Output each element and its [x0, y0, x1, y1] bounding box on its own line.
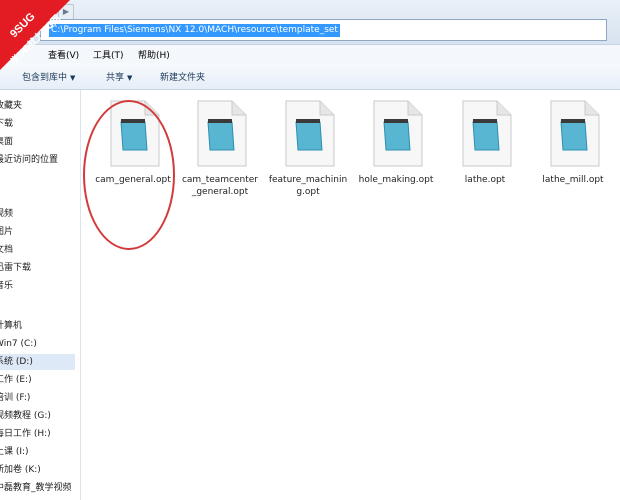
notepad-file-icon [462, 100, 512, 167]
menu-tools[interactable]: 工具(T) [93, 48, 124, 61]
notepad-file-icon [197, 100, 247, 167]
address-field[interactable]: C:\Program Files\Siemens\NX 12.0\MACH\re… [40, 19, 607, 41]
share-button[interactable]: 共享 ▼ [106, 70, 132, 83]
nav-item-recent[interactable]: 最近访问的位置 [0, 152, 75, 168]
file-name: feature_machining.opt [268, 175, 348, 197]
address-path[interactable]: C:\Program Files\Siemens\NX 12.0\MACH\re… [49, 24, 340, 37]
file-name: hole_making.opt [358, 175, 434, 185]
nav-item-downloads[interactable]: 下载 [0, 116, 75, 132]
highlight-circle [83, 100, 175, 250]
menu-bar: 查看(V) 工具(T) 帮助(H) [0, 45, 620, 64]
file-item[interactable]: cam_teamcenter_general.opt [180, 100, 260, 198]
notepad-file-icon [373, 100, 423, 167]
nav-item-favorites[interactable]: 收藏夹 [0, 98, 75, 114]
navigation-pane: 收藏夹 下载 桌面 最近访问的位置 视频 图片 文档 迅雷下载 音乐 计算机 W… [0, 90, 81, 500]
nav-item-music[interactable]: 音乐 [0, 278, 75, 294]
nav-item-drive-g[interactable]: 视频教程 (G:) [0, 408, 75, 424]
notepad-file-icon [550, 100, 600, 167]
include-in-library-label: 包含到库中 [22, 73, 68, 83]
new-folder-button[interactable]: 新建文件夹 [160, 70, 205, 83]
nav-item-drive-k[interactable]: 新加卷 (K:) [0, 462, 75, 478]
address-bar-area: ◀ ▶ C:\Program Files\Siemens\NX 12.0\MAC… [0, 0, 620, 45]
nav-item-drive-h[interactable]: 每日工作 (H:) [0, 426, 75, 442]
toolbar: 包含到库中 ▼ 共享 ▼ 新建文件夹 [0, 63, 620, 90]
nav-item-drive-c[interactable]: Win7 (C:) [0, 336, 75, 352]
nav-item-documents[interactable]: 文档 [0, 242, 75, 258]
file-name: lathe_mill.opt [542, 175, 604, 185]
menu-view[interactable]: 查看(V) [48, 48, 79, 61]
chevron-down-icon: ▼ [127, 74, 133, 82]
nav-item-drive-d[interactable]: 系统 (D:) [0, 354, 75, 370]
nav-item-drive-f[interactable]: 培训 (F:) [0, 390, 75, 406]
file-name: lathe.opt [464, 175, 506, 185]
nav-item-pictures[interactable]: 图片 [0, 224, 75, 240]
file-item[interactable]: lathe_mill.opt [533, 100, 613, 186]
nav-item-thunder-downloads[interactable]: 迅雷下载 [0, 260, 75, 276]
chevron-down-icon: ▼ [70, 74, 76, 82]
include-in-library-button[interactable]: 包含到库中 ▼ [22, 70, 75, 83]
menu-help[interactable]: 帮助(H) [138, 48, 170, 61]
nav-item-drive-i[interactable]: 上课 (I:) [0, 444, 75, 460]
file-item[interactable]: hole_making.opt [356, 100, 436, 186]
notepad-file-icon [285, 100, 335, 167]
nav-item-videos[interactable]: 视频 [0, 206, 75, 222]
nav-item-desktop[interactable]: 桌面 [0, 134, 75, 150]
back-icon[interactable]: ◀ [40, 4, 56, 20]
forward-icon[interactable]: ▶ [58, 4, 74, 20]
share-label: 共享 [106, 73, 125, 83]
nav-buttons: ◀ ▶ [40, 4, 74, 20]
nav-item-drive-e[interactable]: 工作 (E:) [0, 372, 75, 388]
file-name: cam_teamcenter_general.opt [181, 175, 259, 197]
file-item[interactable]: lathe.opt [445, 100, 525, 186]
file-item[interactable]: feature_machining.opt [268, 100, 348, 198]
nav-item-teaching-video[interactable]: 中磊教育_教学视频 [0, 480, 75, 496]
nav-item-computer[interactable]: 计算机 [0, 318, 75, 334]
